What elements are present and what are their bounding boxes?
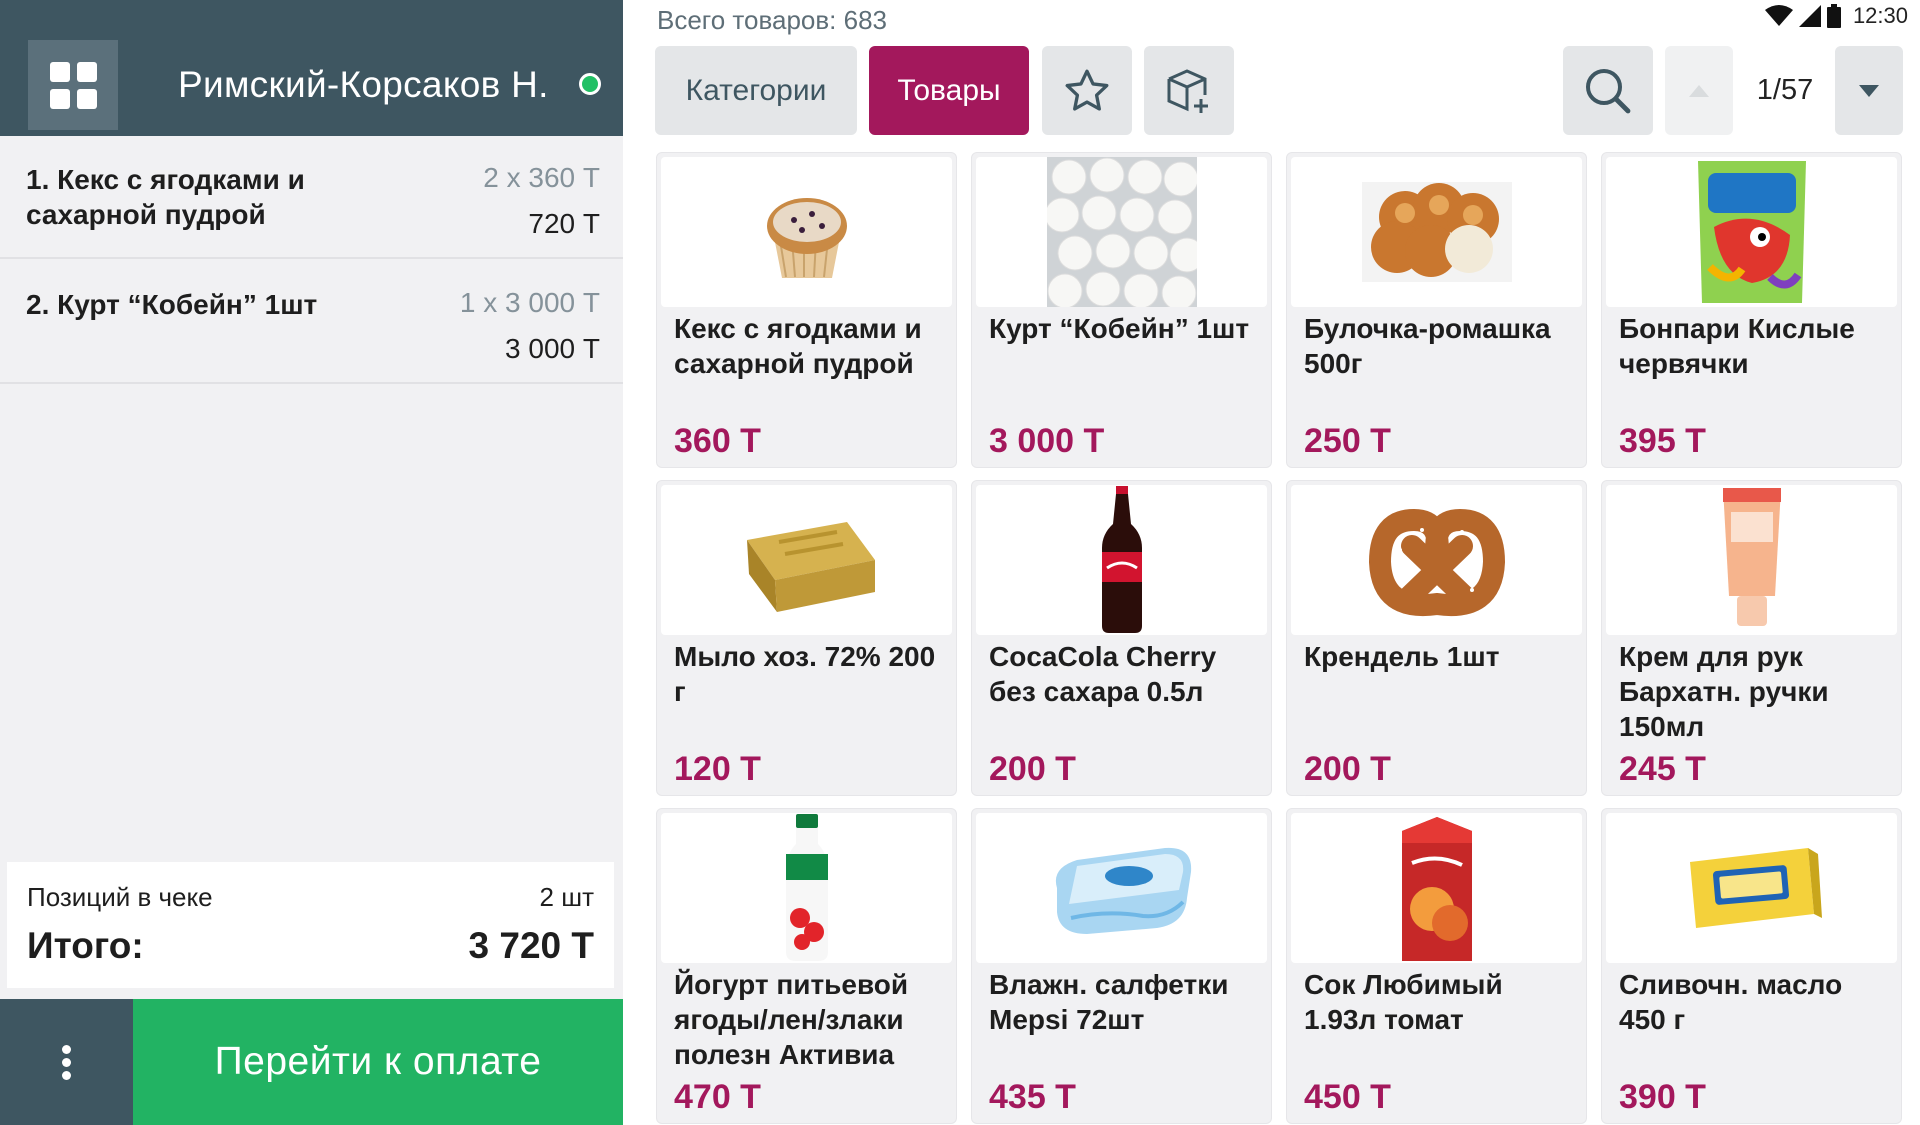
yogurt-bottle-image: [661, 813, 952, 963]
box-plus-icon: [1167, 68, 1208, 113]
product-name: Крендель 1шт: [1304, 641, 1500, 672]
receipt-line-name: 2. Курт “Кобейн” 1шт: [26, 289, 318, 320]
bun-image: [1291, 157, 1582, 307]
system-status-bar: 12:30: [1764, 3, 1908, 29]
positions-value: 2 шт: [539, 882, 594, 912]
pretzel-image: [1291, 485, 1582, 635]
product-card[interactable]: Крем для рук Бархатн. ручки 150мл 245 Т: [1601, 480, 1902, 796]
products-total-count: Всего товаров: 683: [657, 5, 888, 35]
grid-icon: [49, 61, 97, 109]
menu-button[interactable]: [28, 40, 118, 130]
product-name: Влажн. салфетки Mepsi 72шт: [989, 969, 1229, 1035]
product-card[interactable]: Бонпари Кислые червячки 395 Т: [1601, 152, 1902, 468]
product-price: 390 Т: [1619, 1078, 1706, 1116]
product-name: Сок Любимый 1.93л томат: [1304, 969, 1503, 1035]
product-name: Булочка-ромашка 500г: [1304, 313, 1551, 379]
arrow-down-icon: [1859, 84, 1879, 97]
butter-image: [1606, 813, 1897, 963]
tab-categories[interactable]: Категории: [655, 46, 857, 135]
product-price: 250 Т: [1304, 422, 1391, 460]
product-name: CocaCola Cherry без сахара 0.5л: [989, 641, 1217, 707]
product-price: 470 Т: [674, 1078, 761, 1116]
product-name: Сливочн. масло 450 г: [1619, 969, 1843, 1035]
product-name: Крем для рук Бархатн. ручки 150мл: [1619, 641, 1829, 742]
product-price: 200 Т: [1304, 750, 1391, 788]
page-indicator: 1/57: [1756, 74, 1814, 106]
search-icon: [1586, 68, 1631, 113]
product-card[interactable]: Мыло хоз. 72% 200 г 120 Т: [656, 480, 957, 796]
candy-bag-image: [1606, 157, 1897, 307]
receipt-panel: Римский-Корсаков Н. 1. Кекс с ягодками и…: [0, 0, 623, 1125]
catalog-panel: Всего товаров: 683 12:30 Категории Товар…: [623, 0, 1920, 1125]
arrow-up-icon: [1689, 84, 1709, 97]
add-product-button[interactable]: [1144, 46, 1234, 135]
receipt-line-qty: 1 x 3 000 Т: [459, 287, 600, 318]
product-price: 120 Т: [674, 750, 761, 788]
product-price: 395 Т: [1619, 422, 1706, 460]
battery-icon: [1826, 4, 1841, 28]
search-button[interactable]: [1563, 46, 1653, 135]
product-name: Бонпари Кислые червячки: [1619, 313, 1855, 379]
receipt-totals: Позиций в чеке 2 шт Итого: 3 720 Т: [7, 862, 614, 988]
product-name: Кекс с ягодками и сахарной пудрой: [674, 313, 922, 379]
signal-icon: [1798, 5, 1821, 27]
juice-box-image: [1291, 813, 1582, 963]
receipt-line[interactable]: 2. Курт “Кобейн” 1шт 1 x 3 000 Т 3 000 Т: [0, 261, 623, 384]
tab-products[interactable]: Товары: [869, 46, 1029, 135]
product-card[interactable]: Кекс с ягодками и сахарной пудрой 360 Т: [656, 152, 957, 468]
product-card[interactable]: CocaCola Cherry без сахара 0.5л 200 Т: [971, 480, 1272, 796]
positions-label: Позиций в чеке: [27, 882, 213, 912]
kurt-image: [976, 157, 1267, 307]
more-options-button[interactable]: [0, 999, 133, 1125]
more-vertical-icon: [62, 1041, 71, 1084]
wet-wipes-image: [976, 813, 1267, 963]
page-up-button[interactable]: [1665, 46, 1733, 135]
receipt-line-name: 1. Кекс с ягодками и сахарной пудрой: [26, 164, 305, 230]
total-label: Итого:: [27, 925, 144, 966]
muffin-image: [661, 157, 952, 307]
online-status-icon: [579, 73, 601, 95]
cashier-name: Римский-Корсаков Н.: [178, 64, 549, 105]
product-name: Курт “Кобейн” 1шт: [989, 313, 1250, 344]
product-name: Мыло хоз. 72% 200 г: [674, 641, 936, 707]
product-price: 450 Т: [1304, 1078, 1391, 1116]
product-price: 245 Т: [1619, 750, 1706, 788]
product-name: Йогурт питьевой ягоды/лен/злаки полезн А…: [674, 969, 909, 1070]
product-price: 200 Т: [989, 750, 1076, 788]
receipt-line-sum: 3 000 Т: [505, 333, 600, 364]
product-card[interactable]: Йогурт питьевой ягоды/лен/злаки полезн А…: [656, 808, 957, 1124]
receipt-line[interactable]: 1. Кекс с ягодками и сахарной пудрой 2 x…: [0, 136, 623, 259]
product-card[interactable]: Влажн. салфетки Mepsi 72шт 435 Т: [971, 808, 1272, 1124]
product-card[interactable]: Крендель 1шт 200 Т: [1286, 480, 1587, 796]
product-price: 3 000 Т: [989, 422, 1105, 460]
go-to-payment-button[interactable]: Перейти к оплате: [133, 999, 623, 1125]
cola-bottle-image: [976, 485, 1267, 635]
star-icon: [1065, 69, 1109, 111]
product-card[interactable]: Курт “Кобейн” 1шт 3 000 Т: [971, 152, 1272, 468]
soap-image: [661, 485, 952, 635]
wifi-icon: [1764, 5, 1793, 26]
receipt-line-qty: 2 x 360 Т: [483, 162, 600, 193]
total-value: 3 720 Т: [468, 925, 594, 966]
receipt-header: Римский-Корсаков Н.: [0, 0, 623, 136]
product-price: 435 Т: [989, 1078, 1076, 1116]
hand-cream-image: [1606, 485, 1897, 635]
product-card[interactable]: Сок Любимый 1.93л томат 450 Т: [1286, 808, 1587, 1124]
page-down-button[interactable]: [1835, 46, 1903, 135]
receipt-line-sum: 720 Т: [528, 208, 600, 239]
product-card[interactable]: Булочка-ромашка 500г 250 Т: [1286, 152, 1587, 468]
clock: 12:30: [1852, 3, 1908, 28]
product-card[interactable]: Сливочн. масло 450 г 390 Т: [1601, 808, 1902, 1124]
favorites-button[interactable]: [1042, 46, 1132, 135]
product-price: 360 Т: [674, 422, 761, 460]
